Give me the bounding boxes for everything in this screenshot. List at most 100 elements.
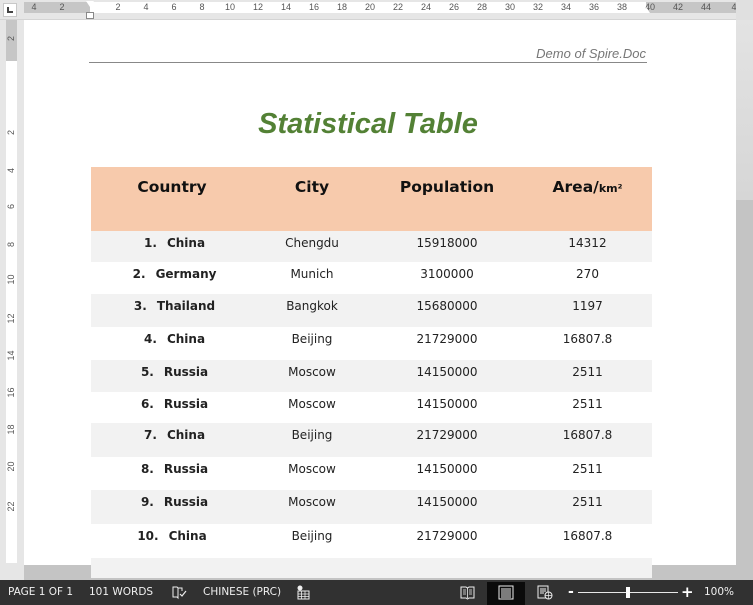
language-indicator[interactable]: CHINESE (PRC) — [203, 580, 281, 605]
table-row: 10. China Beijing 21729000 16807.8 — [91, 524, 652, 558]
word-count[interactable]: 101 WORDS — [89, 580, 153, 605]
list-number: 1. — [144, 236, 157, 250]
table-row: 1. China Chengdu 15918000 14312 — [91, 231, 652, 262]
country-name: Thailand — [156, 299, 216, 313]
area-cell: 2511 — [572, 495, 603, 509]
area-cell: 16807.8 — [562, 428, 613, 442]
ruler-tick-label: 14 — [280, 2, 292, 12]
read-mode-icon[interactable] — [460, 585, 475, 600]
vertical-ruler-tick-label: 2 — [6, 36, 16, 42]
column-header-area: Area/km² — [523, 167, 652, 231]
ruler-tick-label: 32 — [532, 2, 544, 12]
country-cell: 1. China — [91, 231, 253, 262]
country-name: Germany — [155, 267, 217, 281]
column-header-population: Population — [399, 178, 495, 196]
zoom-level[interactable]: 100% — [704, 580, 734, 605]
horizontal-ruler[interactable]: 4 2 2 4 6 8 10 12 14 16 18 20 22 24 26 28 30 32 34 36 38 40 42… — [0, 0, 753, 20]
ruler-tick-label: 12 — [252, 2, 264, 12]
vertical-ruler[interactable]: 2 2 4 6 8 10 12 14 16 18 20 22 — [0, 20, 24, 580]
country-name: Russia — [163, 462, 209, 476]
country-cell: 2. Germany — [91, 262, 253, 294]
population-cell: 21729000 — [416, 428, 478, 442]
population-cell: 14150000 — [416, 462, 478, 476]
ruler-tick-label: 26 — [448, 2, 460, 12]
country-cell: 8. Russia — [91, 457, 253, 490]
column-header-city: City — [294, 178, 330, 196]
ruler-tick-label: 42 — [672, 2, 684, 12]
area-cell: 2511 — [572, 397, 603, 411]
list-number: 4. — [144, 332, 157, 346]
table-row: 9. Russia Moscow 14150000 2511 — [91, 490, 652, 524]
print-layout-icon[interactable] — [498, 585, 514, 600]
city-cell: Moscow — [288, 462, 336, 476]
table-row: 3. Thailand Bangkok 15680000 1197 — [91, 294, 652, 327]
country-name: Russia — [163, 495, 209, 509]
document-title: Statistical Table — [258, 108, 478, 140]
first-line-indent-icon[interactable] — [86, 1, 94, 7]
population-cell: 14150000 — [416, 397, 478, 411]
tab-selector-button[interactable] — [3, 3, 17, 17]
zoom-out-button[interactable]: - — [568, 580, 574, 605]
list-number: 6. — [140, 397, 154, 411]
population-cell: 14150000 — [416, 495, 478, 509]
ruler-tick-label: 4 — [143, 2, 149, 12]
country-cell: 6. Russia — [91, 392, 253, 423]
track-changes-icon[interactable] — [296, 585, 310, 600]
page-count[interactable]: PAGE 1 OF 1 — [8, 580, 73, 605]
vertical-ruler-tick-label: 20 — [6, 461, 16, 472]
area-cell: 14312 — [568, 236, 607, 250]
population-cell: 14150000 — [416, 365, 478, 379]
ruler-tick-label: 28 — [476, 2, 488, 12]
table-header-row: Country City Population Area/km² — [91, 167, 652, 231]
city-cell: Bangkok — [286, 299, 338, 313]
city-cell: Chengdu — [285, 236, 339, 250]
city-cell: Munich — [290, 267, 334, 281]
area-cell: 2511 — [572, 365, 603, 379]
document-page[interactable]: Demo of Spire.Doc Statistical Table Coun… — [24, 20, 736, 578]
list-number: 2. — [132, 267, 146, 281]
area-cell: 16807.8 — [562, 332, 613, 346]
left-indent-box-icon[interactable] — [86, 12, 94, 19]
vertical-ruler-tick-label: 8 — [6, 242, 16, 248]
area-cell: 16807.8 — [562, 529, 613, 543]
table-row: 5. Russia Moscow 14150000 2511 — [91, 360, 652, 392]
status-bar: PAGE 1 OF 1 101 WORDS CHINESE (PRC) - + … — [0, 580, 753, 605]
ruler-tick-label: 16 — [308, 2, 320, 12]
population-cell: 15918000 — [416, 236, 478, 250]
vertical-ruler-track — [6, 20, 17, 563]
list-number: 9. — [140, 495, 154, 509]
scrollbar-thumb[interactable] — [736, 20, 753, 200]
area-unit: km² — [598, 182, 623, 195]
left-indent-marker[interactable] — [86, 1, 95, 21]
ruler-tick-label: 38 — [616, 2, 628, 12]
ruler-tick-label: 8 — [199, 2, 205, 12]
ruler-tick-label: 10 — [224, 2, 236, 12]
country-cell: 7. China — [91, 423, 253, 457]
vertical-ruler-tick-label: 18 — [6, 424, 16, 435]
document-area[interactable]: Demo of Spire.Doc Statistical Table Coun… — [24, 20, 736, 580]
right-indent-marker[interactable] — [642, 7, 650, 13]
city-cell: Moscow — [288, 365, 336, 379]
vertical-scrollbar[interactable] — [736, 20, 753, 580]
country-cell: 4. China — [91, 327, 253, 360]
city-cell: Beijing — [291, 428, 333, 442]
vertical-ruler-tick-label: 2 — [6, 130, 16, 136]
ruler-track — [24, 2, 736, 13]
area-label: Area/ — [552, 178, 599, 196]
table-row: 2. Germany Munich 3100000 270 — [91, 262, 652, 294]
zoom-in-button[interactable]: + — [681, 580, 694, 605]
list-number: 7. — [144, 428, 157, 442]
vertical-ruler-tick-label: 22 — [6, 501, 16, 512]
list-number: 8. — [140, 462, 154, 476]
city-cell: Beijing — [291, 332, 333, 346]
country-name: Russia — [163, 365, 209, 379]
proofing-book-check-icon[interactable] — [172, 585, 187, 600]
ruler-scroll-corner — [736, 0, 753, 20]
country-cell: 3. Thailand — [91, 294, 253, 327]
country-name: Russia — [163, 397, 209, 411]
country-name: China — [166, 332, 206, 346]
right-margin-area — [646, 2, 736, 13]
web-layout-icon[interactable] — [537, 585, 553, 600]
area-cell: 2511 — [572, 462, 603, 476]
zoom-slider-thumb[interactable] — [626, 587, 630, 598]
